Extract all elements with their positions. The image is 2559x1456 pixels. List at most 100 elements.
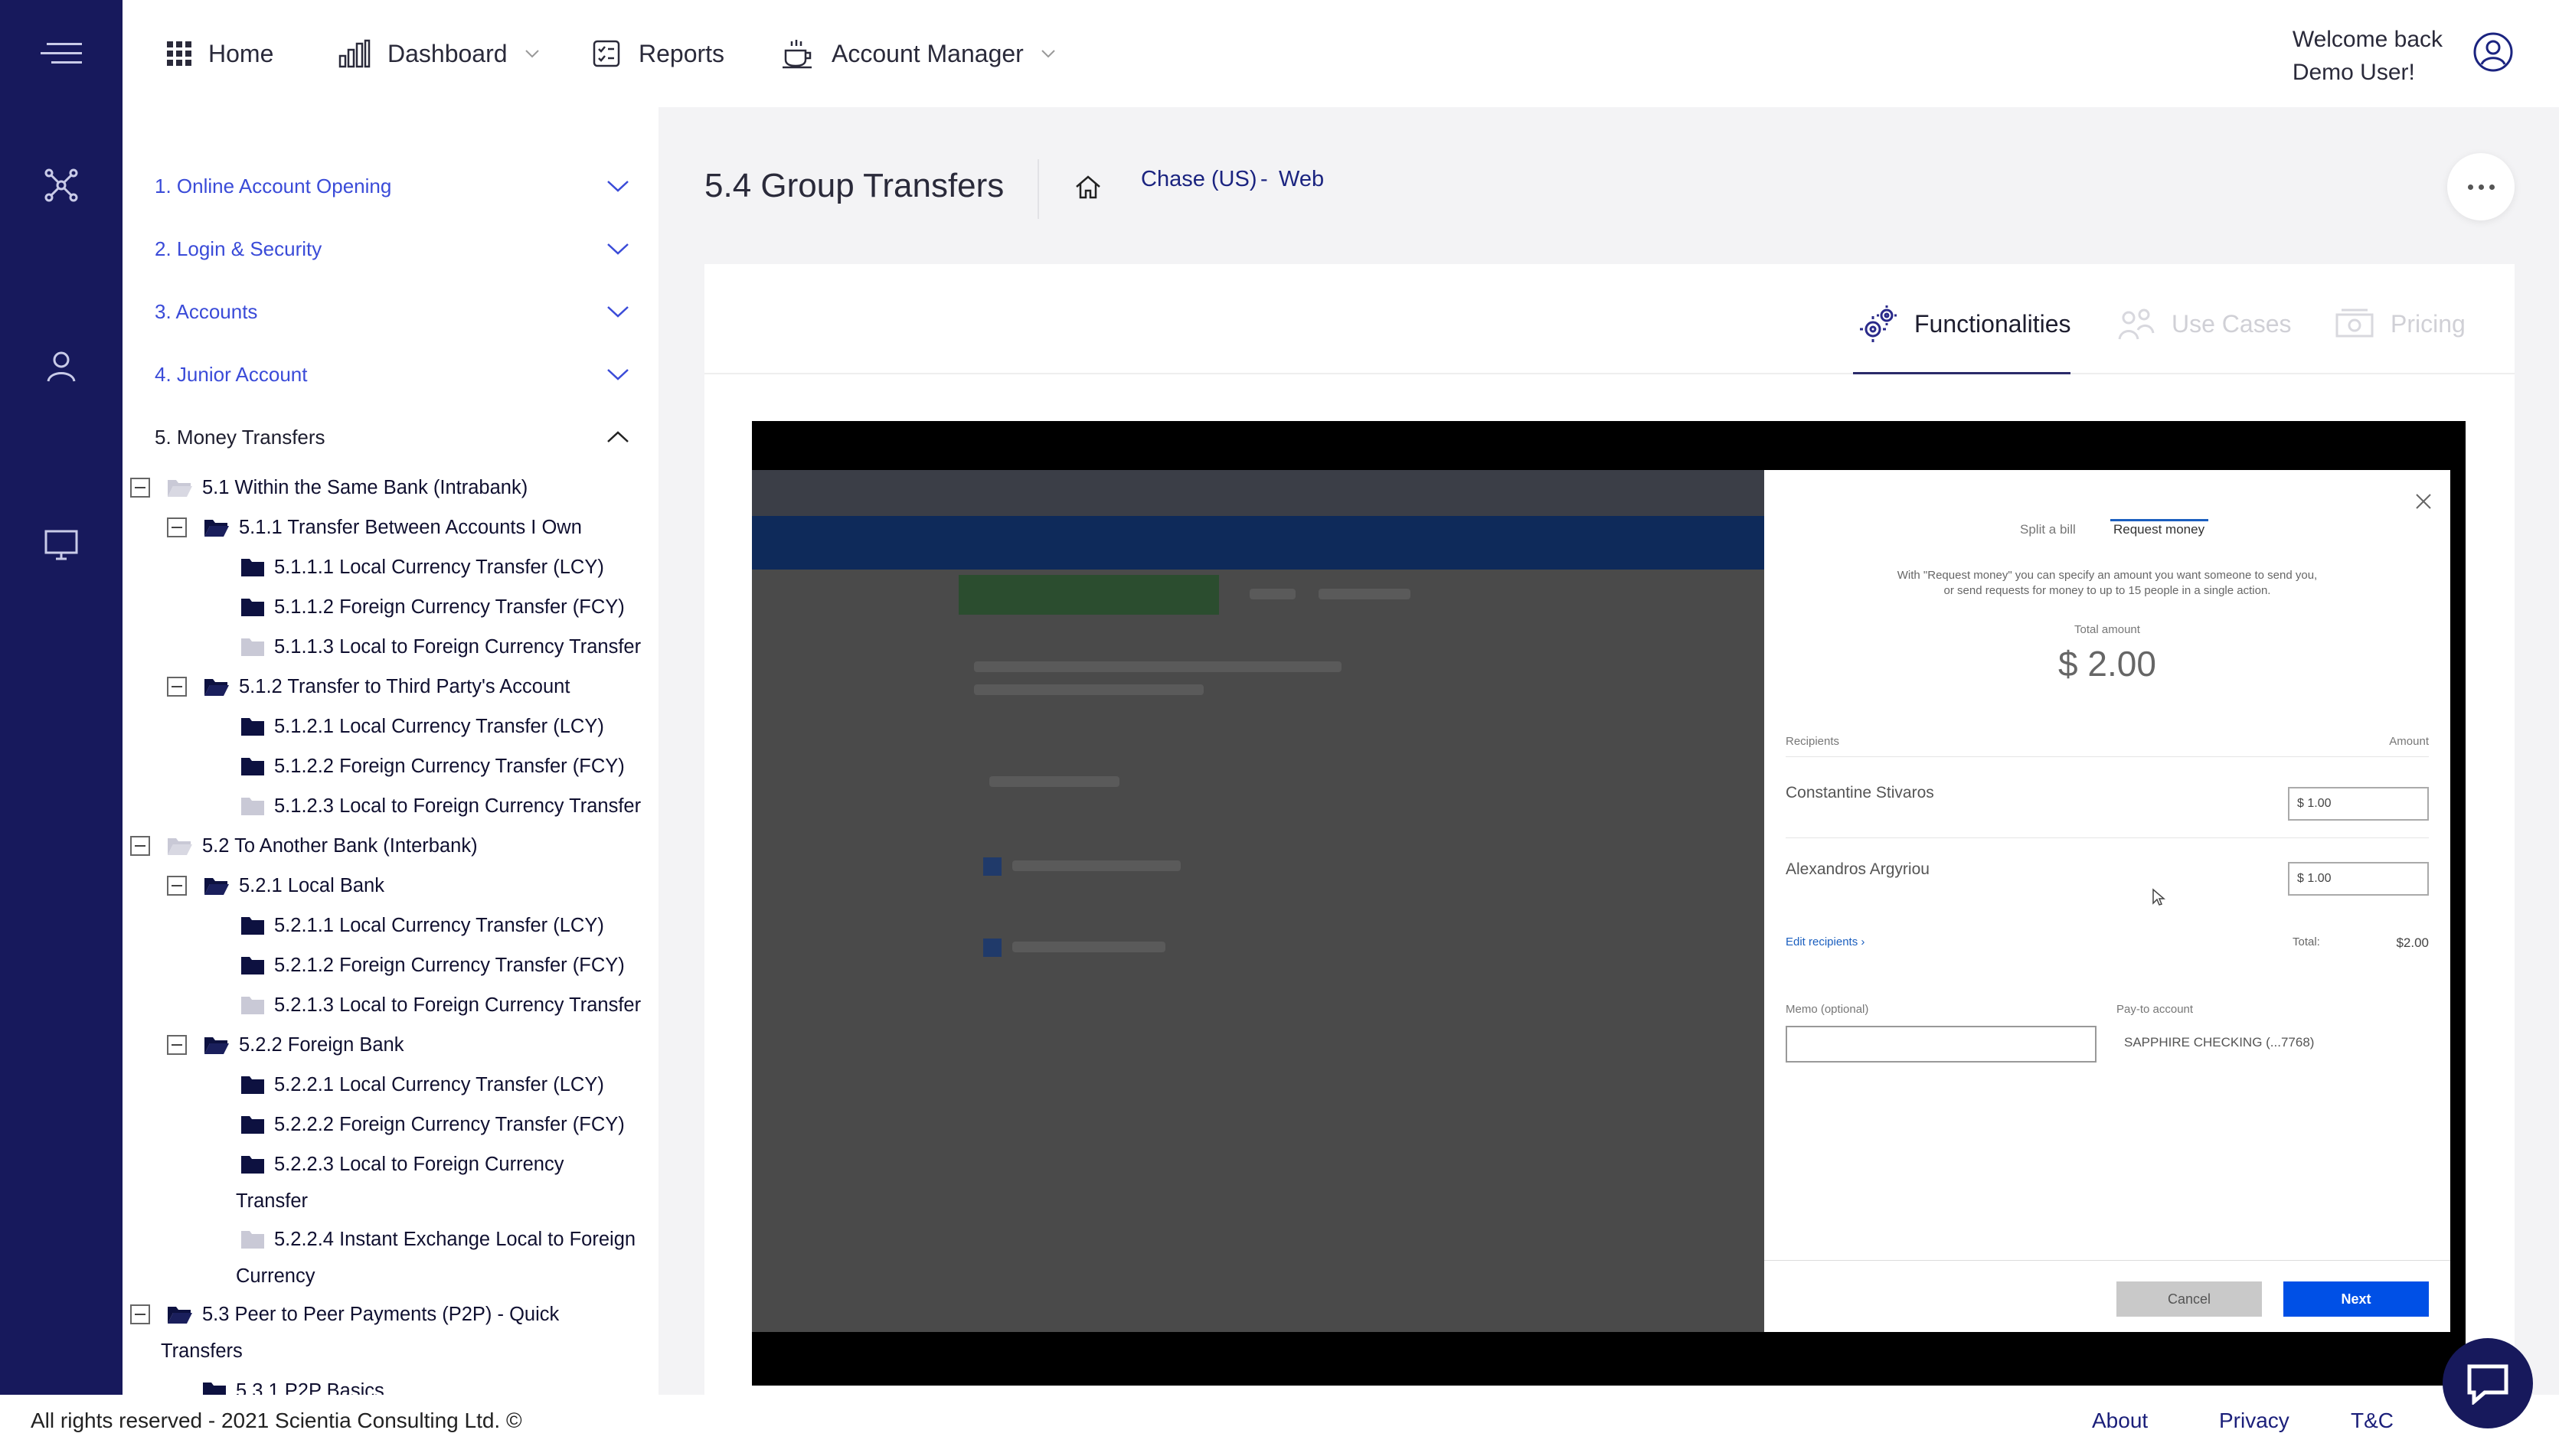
tree-leaf-5-1-2-1[interactable]: 5.1.2.1 Local Currency Transfer (LCY) xyxy=(240,707,604,746)
tab-request-money[interactable]: Request money xyxy=(2113,522,2204,537)
section-online-account-opening[interactable]: 1. Online Account Opening xyxy=(155,167,629,205)
active-tab-indicator xyxy=(1853,372,2070,374)
tree-label: 5.1.2.1 Local Currency Transfer (LCY) xyxy=(274,715,604,737)
tree-node-5-2[interactable]: 5.2 To Another Bank (Interbank) xyxy=(130,827,478,865)
tab-pricing[interactable]: Pricing xyxy=(2335,301,2466,347)
close-icon[interactable] xyxy=(2412,490,2435,513)
breadcrumb-bank[interactable]: Chase (US) xyxy=(1141,167,1257,192)
tree-node-5-1[interactable]: 5.1 Within the Same Bank (Intrabank) xyxy=(130,468,528,507)
tree-node-5-1-1[interactable]: 5.1.1 Transfer Between Accounts I Own xyxy=(167,508,582,547)
tree-leaf-5-2-2-4[interactable]: 5.2.2.4 Instant Exchange Local to Foreig… xyxy=(240,1220,636,1258)
tree-leaf-5-2-2-4-wrap[interactable]: Currency xyxy=(236,1257,315,1295)
total-amount-value: $ 2.00 xyxy=(2058,644,2156,684)
tree-node-5-1-2[interactable]: 5.1.2 Transfer to Third Party's Account xyxy=(167,668,570,706)
folder-open-icon xyxy=(204,878,229,895)
demo-video[interactable]: Split a bill Request money With "Request… xyxy=(752,421,2466,1386)
more-options-button[interactable] xyxy=(2447,153,2515,220)
tree-leaf-5-2-1-2[interactable]: 5.2.1.2 Foreign Currency Transfer (FCY) xyxy=(240,946,625,984)
tree-label: 5.1 Within the Same Bank (Intrabank) xyxy=(202,476,528,498)
tree-node-5-3-1[interactable]: 5.3.1 P2P Basics xyxy=(202,1372,384,1395)
section-money-transfers[interactable]: 5. Money Transfers xyxy=(155,418,629,456)
home-icon[interactable] xyxy=(1075,175,1101,199)
tree-label: 5.2.2.1 Local Currency Transfer (LCY) xyxy=(274,1073,604,1095)
pay-to-account-value[interactable]: SAPPHIRE CHECKING (...7768) xyxy=(2124,1035,2314,1050)
section-label: 4. Junior Account xyxy=(155,362,308,386)
tree-leaf-5-1-1-2[interactable]: 5.1.1.2 Foreign Currency Transfer (FCY) xyxy=(240,588,625,626)
collapse-icon[interactable] xyxy=(167,517,187,537)
tree-leaf-5-2-2-3[interactable]: 5.2.2.3 Local to Foreign Currency xyxy=(240,1145,564,1183)
chevron-down-icon xyxy=(607,181,629,192)
edit-recipients-link[interactable]: Edit recipients › xyxy=(1786,935,1865,948)
tab-functionalities[interactable]: Functionalities xyxy=(1859,301,2071,347)
blurred-text xyxy=(1250,589,1296,599)
footer-link-tc[interactable]: T&C xyxy=(2351,1409,2394,1433)
tree-leaf-5-1-2-2[interactable]: 5.1.2.2 Foreign Currency Transfer (FCY) xyxy=(240,747,625,785)
collapse-icon[interactable] xyxy=(130,478,150,498)
tree-label: Transfers xyxy=(161,1340,243,1362)
tree-leaf-5-1-1-3[interactable]: 5.1.1.3 Local to Foreign Currency Transf… xyxy=(240,628,641,666)
breadcrumb-channel[interactable]: Web xyxy=(1279,167,1324,192)
chat-button[interactable] xyxy=(2443,1338,2533,1428)
folder-icon xyxy=(241,997,264,1014)
collapse-icon[interactable] xyxy=(130,1304,150,1324)
nav-account-manager[interactable]: Account Manager xyxy=(781,31,1056,77)
collapse-icon[interactable] xyxy=(167,1035,187,1055)
blurred-checkbox xyxy=(983,939,1002,957)
section-login-security[interactable]: 2. Login & Security xyxy=(155,230,629,268)
section-accounts[interactable]: 3. Accounts xyxy=(155,292,629,331)
tree-node-5-2-2[interactable]: 5.2.2 Foreign Bank xyxy=(167,1026,404,1064)
tabs-divider xyxy=(704,373,2515,374)
tab-functionalities-label: Functionalities xyxy=(1914,309,2071,338)
memo-input[interactable] xyxy=(1786,1026,2097,1063)
chevron-down-icon xyxy=(607,306,629,318)
next-button[interactable]: Next xyxy=(2283,1281,2429,1317)
total-amount-label: Total amount xyxy=(2074,623,2140,636)
tree-leaf-5-1-1-1[interactable]: 5.1.1.1 Local Currency Transfer (LCY) xyxy=(240,548,604,586)
chat-bubble-icon xyxy=(2467,1364,2508,1405)
tab-use-cases[interactable]: Use Cases xyxy=(2118,301,2292,347)
network-icon[interactable] xyxy=(38,162,84,208)
recipient-amount-input[interactable]: $ 1.00 xyxy=(2288,862,2429,896)
section-label: 3. Accounts xyxy=(155,299,258,323)
footer-link-privacy[interactable]: Privacy xyxy=(2219,1409,2289,1433)
tab-split-a-bill[interactable]: Split a bill xyxy=(2020,522,2076,537)
tree-leaf-5-2-1-3[interactable]: 5.2.1.3 Local to Foreign Currency Transf… xyxy=(240,986,641,1024)
collapse-icon[interactable] xyxy=(167,677,187,697)
tree-node-5-2-1[interactable]: 5.2.1 Local Bank xyxy=(167,867,384,905)
tree-label: 5.2.2 Foreign Bank xyxy=(239,1033,404,1056)
nav-home[interactable]: Home xyxy=(167,31,273,77)
divider xyxy=(1786,837,2429,838)
tree-leaf-5-1-2-3[interactable]: 5.1.2.3 Local to Foreign Currency Transf… xyxy=(240,787,641,825)
tree-label: 5.3 Peer to Peer Payments (P2P) - Quick xyxy=(202,1303,560,1325)
tree-leaf-5-2-2-2[interactable]: 5.2.2.2 Foreign Currency Transfer (FCY) xyxy=(240,1105,625,1144)
collapse-icon[interactable] xyxy=(167,876,187,896)
tree-label: 5.2.2.3 Local to Foreign Currency xyxy=(274,1153,564,1175)
tree-label: 5.2.1 Local Bank xyxy=(239,874,384,896)
tree-leaf-5-2-1-1[interactable]: 5.2.1.1 Local Currency Transfer (LCY) xyxy=(240,906,604,945)
monitor-icon[interactable] xyxy=(38,522,84,568)
tree-leaf-5-2-2-3-wrap[interactable]: Transfer xyxy=(236,1182,308,1220)
cancel-button[interactable]: Cancel xyxy=(2116,1281,2262,1317)
people-icon xyxy=(2118,309,2155,340)
tree-node-5-3-wrap[interactable]: Transfers xyxy=(161,1332,243,1370)
tree-leaf-5-2-2-1[interactable]: 5.2.2.1 Local Currency Transfer (LCY) xyxy=(240,1066,604,1104)
tree-label: 5.2 To Another Bank (Interbank) xyxy=(202,834,478,857)
tree-node-5-3[interactable]: 5.3 Peer to Peer Payments (P2P) - Quick xyxy=(130,1295,559,1334)
nav-reports[interactable]: Reports xyxy=(591,31,724,77)
nav-dashboard[interactable]: Dashboard xyxy=(338,31,540,77)
tree-label: 5.1.2 Transfer to Third Party's Account xyxy=(239,675,570,697)
footer-link-about[interactable]: About xyxy=(2092,1409,2148,1433)
person-icon[interactable] xyxy=(38,343,84,389)
section-junior-account[interactable]: 4. Junior Account xyxy=(155,355,629,393)
tree-label: 5.1.1.2 Foreign Currency Transfer (FCY) xyxy=(274,596,625,618)
tree-label: 5.1.1.1 Local Currency Transfer (LCY) xyxy=(274,556,604,578)
user-avatar-icon[interactable] xyxy=(2472,31,2515,73)
menu-icon[interactable] xyxy=(38,31,84,77)
collapse-icon[interactable] xyxy=(130,836,150,856)
active-tab-indicator xyxy=(2110,519,2208,521)
top-navigation: Home Dashboard Reports Account Manager W… xyxy=(123,0,2559,107)
folder-open-icon xyxy=(168,1307,192,1324)
section-label: 1. Online Account Opening xyxy=(155,174,392,198)
recipient-amount-input[interactable]: $ 1.00 xyxy=(2288,787,2429,821)
nav-reports-label: Reports xyxy=(639,39,725,67)
